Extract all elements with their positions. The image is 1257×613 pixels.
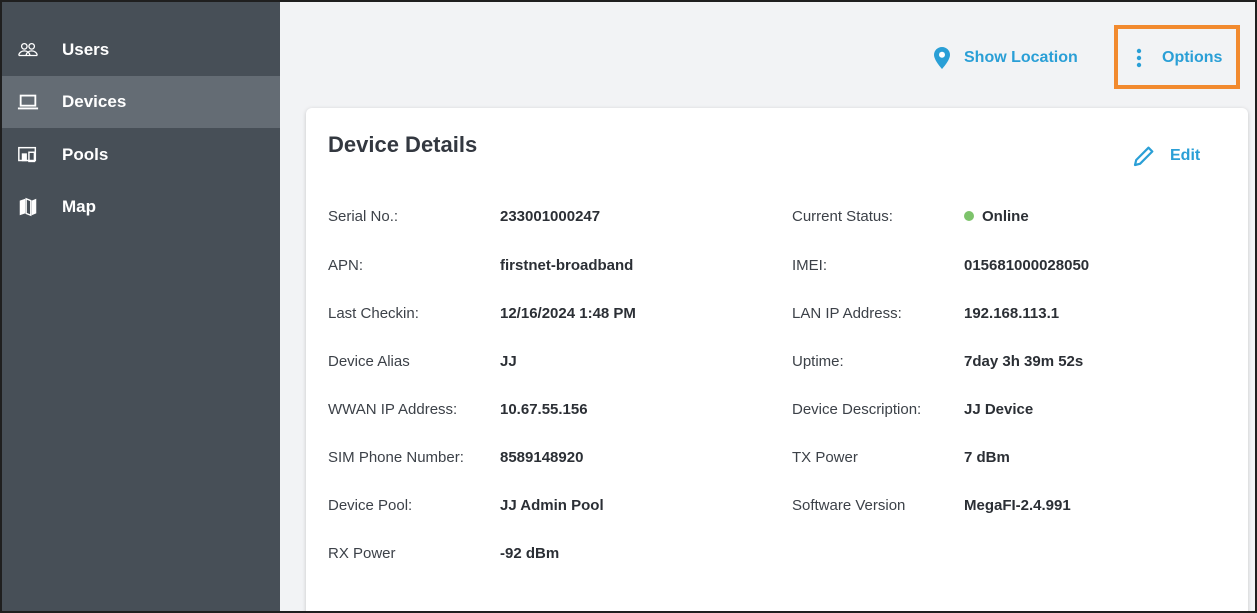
uptime-value: 7day 3h 39m 52s: [964, 353, 1084, 370]
current-status-text: Online: [982, 208, 1029, 225]
show-location-button[interactable]: Show Location: [934, 47, 1078, 69]
users-icon: [16, 38, 40, 62]
sidebar-item-label: Map: [62, 197, 96, 216]
show-location-label: Show Location: [964, 49, 1078, 66]
last-checkin-label: Last Checkin:: [328, 305, 419, 322]
main-content: Show Location Options Device Details Edi…: [280, 2, 1255, 611]
card-title: Device Details: [328, 132, 478, 157]
status-online-dot: [964, 211, 974, 222]
sidebar-item-pools[interactable]: Pools: [2, 129, 280, 181]
device-description-value: JJ Device: [964, 401, 1034, 418]
device-alias-value: JJ: [500, 353, 517, 370]
wwan-ip-value: 10.67.55.156: [500, 401, 588, 418]
sim-phone-value: 8589148920: [500, 449, 584, 466]
device-pool-label: Device Pool:: [328, 497, 413, 514]
sidebar-item-label: Devices: [62, 92, 127, 111]
imei-label: IMEI:: [792, 257, 828, 274]
more-vertical-icon: [1136, 48, 1142, 68]
sim-phone-label: SIM Phone Number:: [328, 449, 464, 466]
device-pool-value: JJ Admin Pool: [500, 497, 604, 514]
devices-pool-icon: [16, 143, 40, 167]
software-version-value: MegaFI-2.4.991: [964, 497, 1071, 514]
app-frame: Users Devices Pools Map Show Location Op…: [0, 0, 1257, 613]
apn-value: firstnet-broadband: [500, 257, 634, 274]
last-checkin-value: 12/16/2024 1:48 PM: [500, 305, 636, 322]
sidebar: Users Devices Pools Map: [2, 2, 280, 611]
software-version-label: Software Version: [792, 497, 906, 514]
current-status-value: Online: [964, 208, 1029, 225]
options-label: Options: [1162, 49, 1223, 66]
uptime-label: Uptime:: [792, 353, 844, 370]
location-pin-icon: [934, 47, 950, 69]
lan-ip-value: 192.168.113.1: [964, 305, 1060, 322]
rx-power-value: -92 dBm: [500, 545, 560, 562]
sidebar-item-label: Pools: [62, 145, 109, 164]
laptop-icon: [16, 90, 40, 114]
pencil-icon: [1133, 146, 1154, 167]
sidebar-item-label: Users: [62, 40, 110, 59]
wwan-ip-label: WWAN IP Address:: [328, 401, 458, 418]
edit-label: Edit: [1170, 147, 1201, 164]
edit-button[interactable]: Edit: [1132, 144, 1200, 168]
serial-no-label: Serial No.:: [328, 208, 399, 225]
serial-no-value: 233001000247: [500, 208, 601, 225]
map-icon: [16, 195, 40, 219]
device-alias-label: Device Alias: [328, 353, 410, 370]
tx-power-label: TX Power: [792, 449, 858, 466]
sidebar-item-users[interactable]: Users: [2, 24, 280, 76]
apn-label: APN:: [328, 257, 364, 274]
sidebar-item-devices[interactable]: Devices: [2, 76, 280, 128]
options-button[interactable]: Options: [1136, 48, 1222, 68]
sidebar-item-map[interactable]: Map: [2, 181, 280, 233]
device-description-label: Device Description:: [792, 401, 922, 418]
current-status-label: Current Status:: [792, 208, 893, 225]
imei-value: 015681000028050: [964, 257, 1090, 274]
lan-ip-label: LAN IP Address:: [792, 305, 902, 322]
tx-power-value: 7 dBm: [964, 449, 1010, 466]
device-details-card: Device Details Edit Serial No.: 23300100…: [306, 108, 1248, 611]
rx-power-label: RX Power: [328, 545, 396, 562]
